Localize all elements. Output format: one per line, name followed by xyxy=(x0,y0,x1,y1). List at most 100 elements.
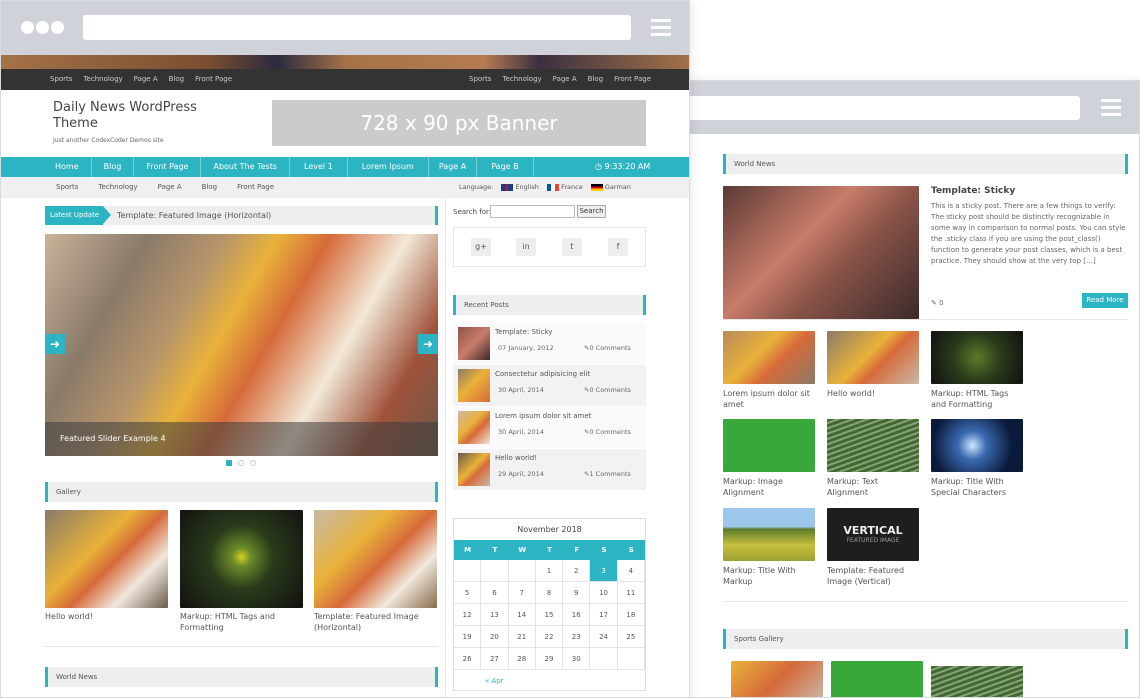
back-address-bar[interactable] xyxy=(687,96,1080,120)
sports-gallery-image-3[interactable] xyxy=(931,666,1023,697)
grid-caption-3[interactable]: Markup: HTML Tags and Formatting xyxy=(931,388,1023,410)
main-nav-item[interactable]: Page A xyxy=(429,157,478,177)
calendar-day[interactable]: 18 xyxy=(618,604,645,625)
gallery-image-3[interactable] xyxy=(314,510,437,608)
calendar-day[interactable]: 21 xyxy=(509,626,536,647)
slider-dot-active[interactable] xyxy=(226,460,232,466)
top-nav-item[interactable]: Technology xyxy=(83,75,122,83)
recent-post-comments[interactable]: ✎0 Comments xyxy=(584,428,631,436)
top-nav-item[interactable]: Technology xyxy=(502,75,541,83)
calendar-day[interactable]: 22 xyxy=(536,626,564,647)
grid-image-1[interactable] xyxy=(723,331,815,384)
grid-caption-5[interactable]: Markup: Text Alignment xyxy=(827,476,919,498)
recent-post-item[interactable]: Template: Sticky 07 January, 2012 ✎0 Comme… xyxy=(453,323,646,364)
language-france[interactable]: France xyxy=(561,183,583,191)
sub-nav-item[interactable]: Front Page xyxy=(237,183,274,191)
main-nav-item[interactable]: Page B xyxy=(477,157,534,177)
sticky-post-image[interactable] xyxy=(723,186,919,319)
grid-image-2[interactable] xyxy=(827,331,919,384)
recent-post-item[interactable]: Consectetur adipisicing elit 30 April, 20… xyxy=(453,365,646,406)
ad-banner[interactable]: 728 x 90 px Banner xyxy=(272,100,646,146)
recent-post-title[interactable]: Template: Sticky xyxy=(495,328,552,336)
calendar-day[interactable]: 8 xyxy=(536,582,564,603)
search-button[interactable]: Search xyxy=(577,205,606,218)
main-nav-item[interactable]: Lorem Ipsum xyxy=(348,157,429,177)
gallery-image-1[interactable] xyxy=(45,510,168,608)
language-german[interactable]: Garman xyxy=(605,183,631,191)
calendar-prev-link[interactable]: « Apr xyxy=(485,677,504,685)
calendar-day[interactable]: 4 xyxy=(618,560,645,581)
latest-update-text[interactable]: Template: Featured Image (Horizontal) xyxy=(117,206,271,225)
back-menu-icon[interactable] xyxy=(1101,99,1121,120)
front-menu-icon[interactable] xyxy=(651,19,671,40)
recent-post-thumbnail[interactable] xyxy=(458,411,490,444)
calendar-day[interactable]: 25 xyxy=(618,626,645,647)
language-english[interactable]: English xyxy=(515,183,538,191)
grid-image-4[interactable] xyxy=(723,419,815,472)
calendar-day[interactable]: 20 xyxy=(481,626,509,647)
recent-post-thumbnail[interactable] xyxy=(458,453,490,486)
facebook-icon[interactable]: f xyxy=(608,238,628,256)
featured-slider[interactable]: Featured Slider Example 4 ➜ ➜ xyxy=(45,234,438,456)
grid-caption-4[interactable]: Markup: Image Alignment xyxy=(723,476,815,498)
calendar-day[interactable]: 10 xyxy=(590,582,618,603)
grid-image-3[interactable] xyxy=(931,331,1023,384)
uk-flag-icon[interactable] xyxy=(501,183,514,191)
calendar-day[interactable]: 23 xyxy=(563,626,591,647)
slider-dot[interactable] xyxy=(250,460,256,466)
slider-prev-button[interactable]: ➜ xyxy=(45,334,65,354)
google-plus-icon[interactable]: g+ xyxy=(471,238,491,256)
calendar-day[interactable]: 27 xyxy=(481,648,509,669)
calendar-day[interactable]: 5 xyxy=(454,582,482,603)
recent-post-title[interactable]: Consectetur adipisicing elit xyxy=(495,370,590,378)
gallery-caption-3[interactable]: Template: Featured Image (Horizontal) xyxy=(314,611,437,633)
recent-post-thumbnail[interactable] xyxy=(458,369,490,402)
grid-image-8[interactable]: VERTICAL FEATURED IMAGE xyxy=(827,508,919,561)
calendar-day[interactable]: 24 xyxy=(590,626,618,647)
calendar-day[interactable]: 11 xyxy=(618,582,645,603)
sub-nav-item[interactable]: Technology xyxy=(98,183,137,191)
calendar-day[interactable]: 28 xyxy=(509,648,536,669)
recent-post-comments[interactable]: ✎1 Comments xyxy=(584,470,631,478)
calendar-day[interactable]: 7 xyxy=(509,582,536,603)
top-nav-item[interactable]: Front Page xyxy=(195,75,232,83)
calendar-day[interactable]: 13 xyxy=(481,604,509,625)
window-dot-icon[interactable] xyxy=(36,21,49,34)
search-input[interactable] xyxy=(490,205,575,218)
linkedin-icon[interactable]: in xyxy=(516,238,536,256)
recent-post-title[interactable]: Hello world! xyxy=(495,454,537,462)
grid-caption-7[interactable]: Markup: Title With Markup xyxy=(723,565,815,587)
sports-gallery-image-2[interactable] xyxy=(831,661,923,697)
grid-caption-2[interactable]: Hello world! xyxy=(827,388,919,399)
calendar-day[interactable]: 6 xyxy=(481,582,509,603)
france-flag-icon[interactable] xyxy=(547,183,559,191)
site-title[interactable]: Daily News WordPress Theme xyxy=(53,100,213,132)
sub-nav-item[interactable]: Sports xyxy=(56,183,78,191)
sticky-post-title[interactable]: Template: Sticky xyxy=(931,186,1015,196)
recent-post-title[interactable]: Lorem ipsum dolor sit amet xyxy=(495,412,591,420)
main-nav-item[interactable]: Level 1 xyxy=(290,157,348,177)
calendar-day[interactable]: 19 xyxy=(454,626,482,647)
gallery-image-2[interactable] xyxy=(180,510,303,608)
gallery-caption-2[interactable]: Markup: HTML Tags and Formatting xyxy=(180,611,303,633)
calendar-day[interactable]: 14 xyxy=(509,604,536,625)
window-dot-icon[interactable] xyxy=(51,21,64,34)
recent-post-comments[interactable]: ✎0 Comments xyxy=(584,386,631,394)
recent-post-item[interactable]: Lorem ipsum dolor sit amet 30 April, 2014… xyxy=(453,407,646,448)
calendar-day[interactable]: 30 xyxy=(563,648,591,669)
calendar-day[interactable]: 1 xyxy=(536,560,564,581)
calendar-day[interactable]: 16 xyxy=(563,604,591,625)
top-nav-item[interactable]: Page A xyxy=(553,75,577,83)
twitter-icon[interactable]: t xyxy=(562,238,582,256)
main-nav-item[interactable]: Front Page xyxy=(134,157,202,177)
calendar-day[interactable]: 26 xyxy=(454,648,482,669)
calendar-day[interactable]: 2 xyxy=(563,560,591,581)
calendar-day[interactable]: 12 xyxy=(454,604,482,625)
top-nav-item[interactable]: Page A xyxy=(134,75,158,83)
germany-flag-icon[interactable] xyxy=(590,183,603,191)
grid-image-7[interactable] xyxy=(723,508,815,561)
grid-caption-1[interactable]: Lorem ipsum dolor sit amet xyxy=(723,388,815,410)
sports-gallery-image-1[interactable] xyxy=(731,661,823,697)
calendar-day[interactable]: 29 xyxy=(536,648,564,669)
recent-post-item[interactable]: Hello world! 29 April, 2014 ✎1 Comments xyxy=(453,449,646,490)
